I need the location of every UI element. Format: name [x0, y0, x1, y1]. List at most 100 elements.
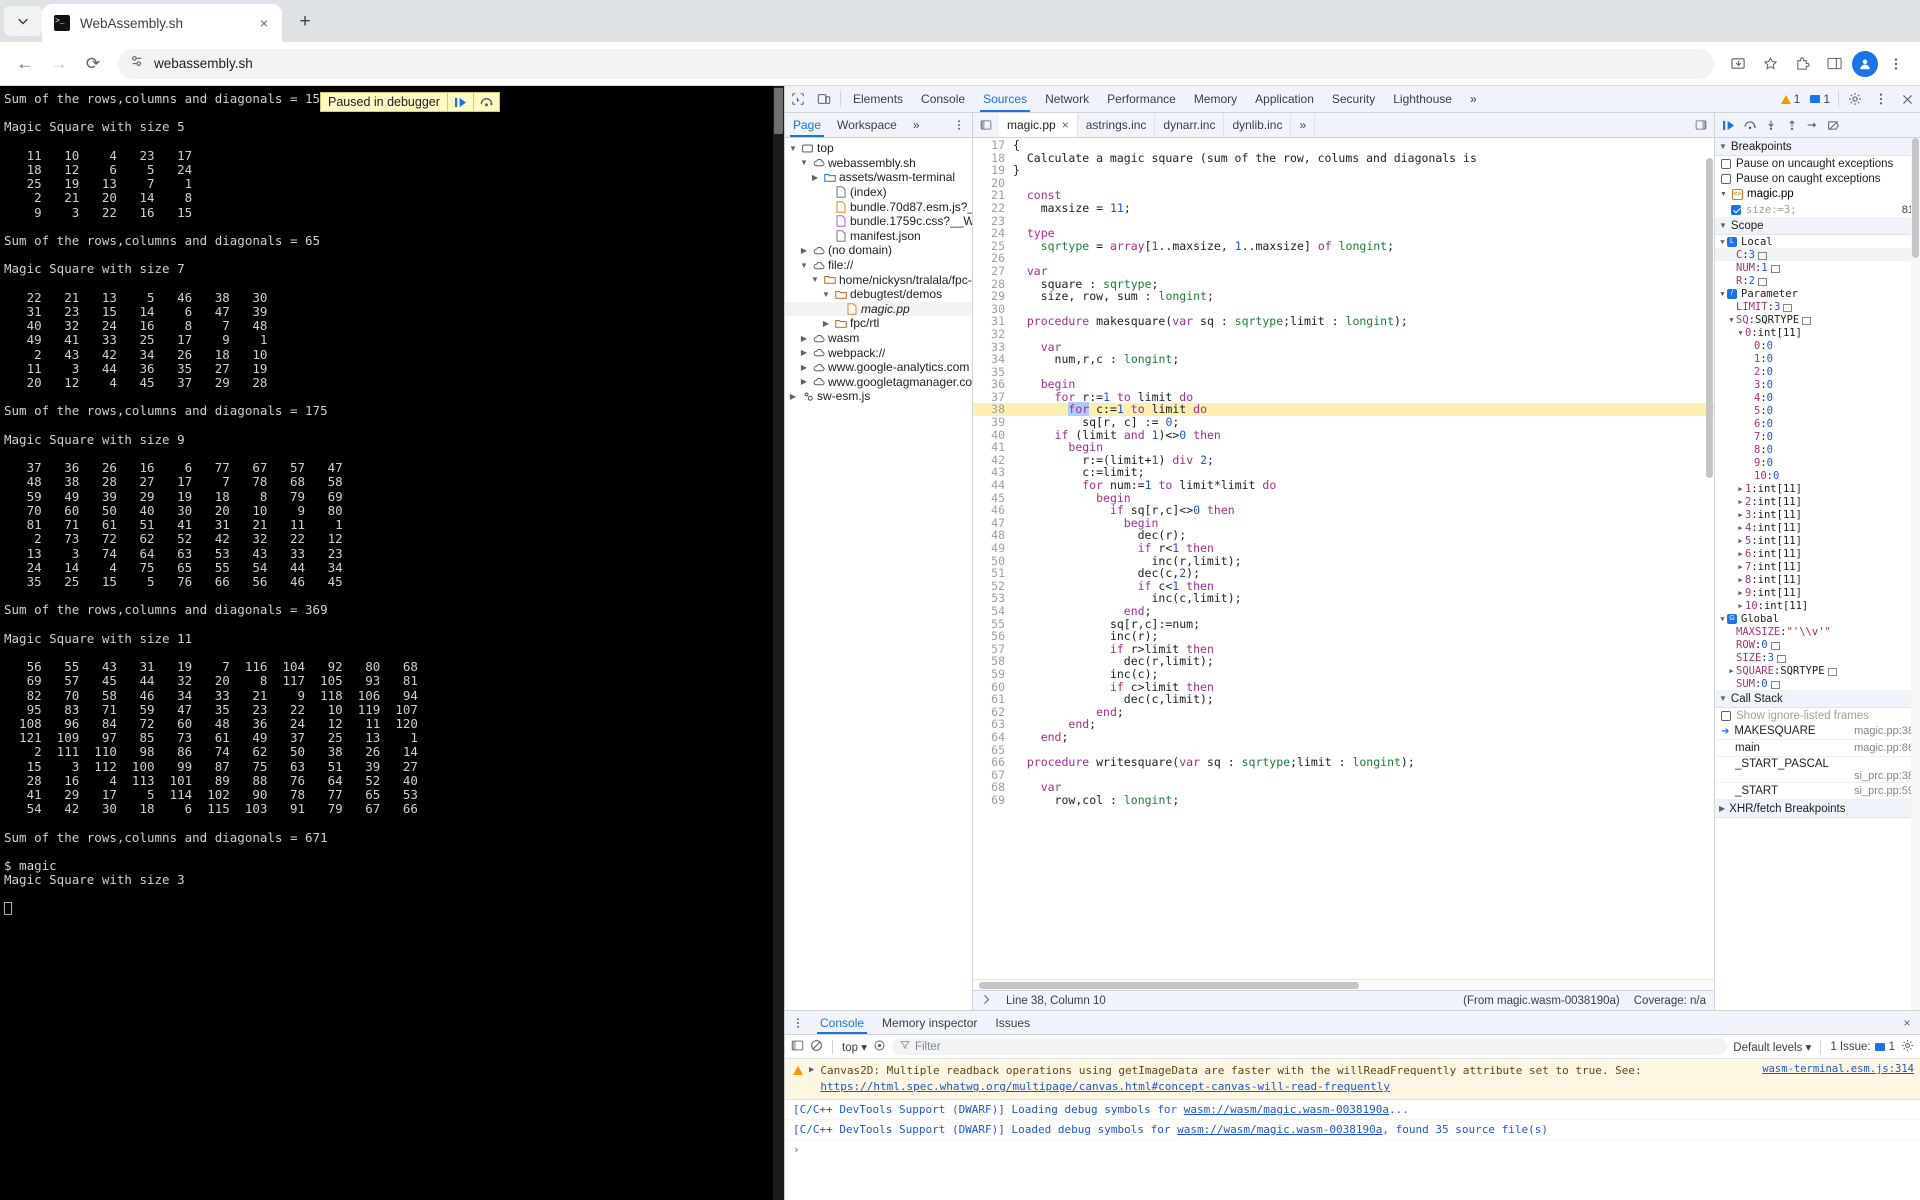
console-message-link[interactable]: wasm://wasm/magic.wasm-0038190a [1177, 1123, 1382, 1136]
scope-row[interactable]: ROW: 0 [1715, 638, 1920, 651]
code-line[interactable]: 35 [973, 366, 1714, 379]
debugger-sections[interactable]: ▼ Breakpoints Pause on uncaught exceptions… [1715, 138, 1920, 1010]
site-settings-icon[interactable] [130, 54, 144, 73]
memory-inspector-icon[interactable] [1783, 303, 1793, 312]
chevron-right-icon[interactable]: ▶ [1736, 550, 1745, 558]
line-number[interactable]: 41 [973, 441, 1013, 454]
scope-row[interactable]: ▼ / Parameter [1715, 287, 1920, 300]
code-vertical-scrollbar[interactable] [1704, 138, 1714, 979]
code-line[interactable]: 63 end; [973, 718, 1714, 731]
devtools-tab-console[interactable]: Console [912, 86, 974, 112]
console-message-link[interactable]: wasm://wasm/magic.wasm-0038190a [1184, 1103, 1389, 1116]
scope-row[interactable]: ▶ 1: int[11] [1715, 482, 1920, 495]
file-tree-item[interactable]: ▶ wasm [785, 331, 972, 346]
chevron-right-icon[interactable]: ▶ [1736, 498, 1745, 506]
devtools-tab-sources[interactable]: Sources [974, 86, 1036, 112]
more-devtools-tabs-button[interactable]: » [1461, 86, 1486, 112]
file-tree-item[interactable]: ▶ www.google-analytics.com [785, 360, 972, 375]
call-stack-frame[interactable]: ➜ MAKESQUARE magic.pp:38 [1715, 723, 1920, 740]
scope-row[interactable]: 6: 0 [1715, 417, 1920, 430]
settings-gear-icon[interactable] [1842, 86, 1868, 112]
chevron-right-icon[interactable]: ▶ [1736, 563, 1745, 571]
pause-uncaught-checkbox[interactable]: Pause on uncaught exceptions [1715, 156, 1920, 171]
chevron-right-icon[interactable]: ▶ [1736, 524, 1745, 532]
code-line[interactable]: 19} [973, 164, 1714, 177]
chevron-right-icon[interactable]: ▶ [1736, 589, 1745, 597]
chevron-down-icon[interactable]: ▼ [1718, 615, 1727, 623]
deactivate-breakpoints-button[interactable] [1824, 116, 1843, 135]
line-number[interactable]: 29 [973, 290, 1013, 303]
file-tree-item[interactable]: bundle.1759c.css?__WB_REVIS [785, 214, 972, 229]
editor-panel-toggle-icon[interactable] [1688, 113, 1714, 137]
chevron-down-icon[interactable]: ▼ [810, 275, 820, 284]
extensions-icon[interactable] [1788, 50, 1816, 78]
console-sidebar-icon[interactable] [791, 1039, 804, 1055]
line-number[interactable]: 22 [973, 202, 1013, 215]
chevron-right-icon[interactable]: ▶ [799, 246, 809, 255]
step-into-button[interactable] [1761, 116, 1780, 135]
memory-inspector-icon[interactable] [1757, 277, 1767, 286]
scope-row[interactable]: ▶ 10: int[11] [1715, 599, 1920, 612]
close-devtools-icon[interactable] [1894, 86, 1920, 112]
file-tree-item[interactable]: ▼ debugtest/demos [785, 287, 972, 302]
scope-row[interactable]: ▼ G Global [1715, 612, 1920, 625]
forward-icon[interactable]: → [44, 49, 74, 79]
chevron-right-icon[interactable]: ▶ [799, 377, 809, 386]
message-badge[interactable]: 1 [1805, 86, 1835, 112]
install-app-icon[interactable] [1724, 50, 1752, 78]
new-tab-button[interactable]: + [288, 5, 322, 39]
devtools-tab-application[interactable]: Application [1246, 86, 1323, 112]
step-over-icon[interactable] [472, 93, 499, 111]
step-over-button[interactable] [1740, 116, 1759, 135]
close-icon[interactable]: × [1062, 118, 1069, 132]
line-number[interactable]: 59 [973, 668, 1013, 681]
scope-row[interactable]: 4: 0 [1715, 391, 1920, 404]
breakpoint-file-group[interactable]: ▼ <> magic.pp [1715, 186, 1920, 202]
devtools-tab-network[interactable]: Network [1036, 86, 1098, 112]
chevron-right-icon[interactable]: ▶ [821, 319, 831, 328]
code-horizontal-scrollbar[interactable] [973, 979, 1714, 990]
console-issues-link[interactable]: 1 Issue: 1 [1830, 1041, 1895, 1053]
console-levels-selector[interactable]: Default levels ▾ [1733, 1040, 1811, 1054]
devtools-tab-security[interactable]: Security [1323, 86, 1384, 112]
scope-row[interactable]: ▶ 3: int[11] [1715, 508, 1920, 521]
scope-row[interactable]: NUM: 1 [1715, 261, 1920, 274]
resume-button[interactable] [1719, 116, 1738, 135]
bookmark-star-icon[interactable] [1756, 50, 1784, 78]
console-warning-link[interactable]: https://html.spec.whatwg.org/multipage/c… [820, 1080, 1390, 1093]
code-line[interactable]: 32 [973, 328, 1714, 341]
line-number[interactable]: 24 [973, 227, 1013, 240]
memory-inspector-icon[interactable] [1776, 654, 1786, 663]
code-line[interactable]: 22 maxsize = 11; [973, 202, 1714, 215]
console-settings-icon[interactable] [1901, 1039, 1914, 1055]
terminal-scrollbar[interactable] [773, 86, 784, 1200]
live-expression-icon[interactable] [873, 1039, 886, 1055]
chevron-right-icon[interactable]: ▶ [799, 348, 809, 357]
chevron-right-icon[interactable]: ▶ [1736, 576, 1745, 584]
breakpoint-item[interactable]: size:=3; 81 [1715, 202, 1920, 217]
checkbox-icon[interactable] [1721, 710, 1731, 721]
chevron-right-icon[interactable]: ▶ [799, 334, 809, 343]
console-info-message[interactable]: [C/C++ DevTools Support (DWARF)] Loading… [785, 1100, 1920, 1120]
file-tree-item[interactable]: (index) [785, 185, 972, 200]
pause-caught-checkbox[interactable]: Pause on caught exceptions [1715, 171, 1920, 186]
scope-row[interactable]: ▶ SQUARE: SQRTYPE [1715, 664, 1920, 677]
address-bar[interactable]: webassembly.sh [118, 48, 1714, 79]
file-tree-item[interactable]: ▶ www.googletagmanager.com [785, 375, 972, 390]
navigator-menu-icon[interactable] [946, 119, 972, 131]
file-tree-item[interactable]: ▼ file:// [785, 258, 972, 273]
chevron-right-icon[interactable]: ▶ [799, 363, 809, 372]
expand-arrow-icon[interactable]: ▶ [809, 1065, 814, 1095]
chevron-down-icon[interactable]: ▼ [1718, 290, 1727, 298]
callstack-section-header[interactable]: ▼ Call Stack [1715, 690, 1920, 708]
breakpoint-enabled-checkbox[interactable] [1731, 204, 1741, 215]
editor-tab-dynarr-inc[interactable]: dynarr.inc [1155, 113, 1225, 137]
call-stack-frame[interactable]: _START_PASCAL si_prc.pp:38 [1715, 757, 1920, 783]
clear-console-icon[interactable] [810, 1039, 823, 1055]
scope-row[interactable]: MAXSIZE: "'\\v'" [1715, 625, 1920, 638]
scope-row[interactable]: SUM: 0 [1715, 677, 1920, 690]
call-stack-frame[interactable]: _START si_prc.pp:59 [1715, 783, 1920, 800]
console-info-message[interactable]: [C/C++ DevTools Support (DWARF)] Loaded … [785, 1120, 1920, 1140]
devtools-tab-lighthouse[interactable]: Lighthouse [1384, 86, 1461, 112]
devtools-tab-memory[interactable]: Memory [1185, 86, 1246, 112]
